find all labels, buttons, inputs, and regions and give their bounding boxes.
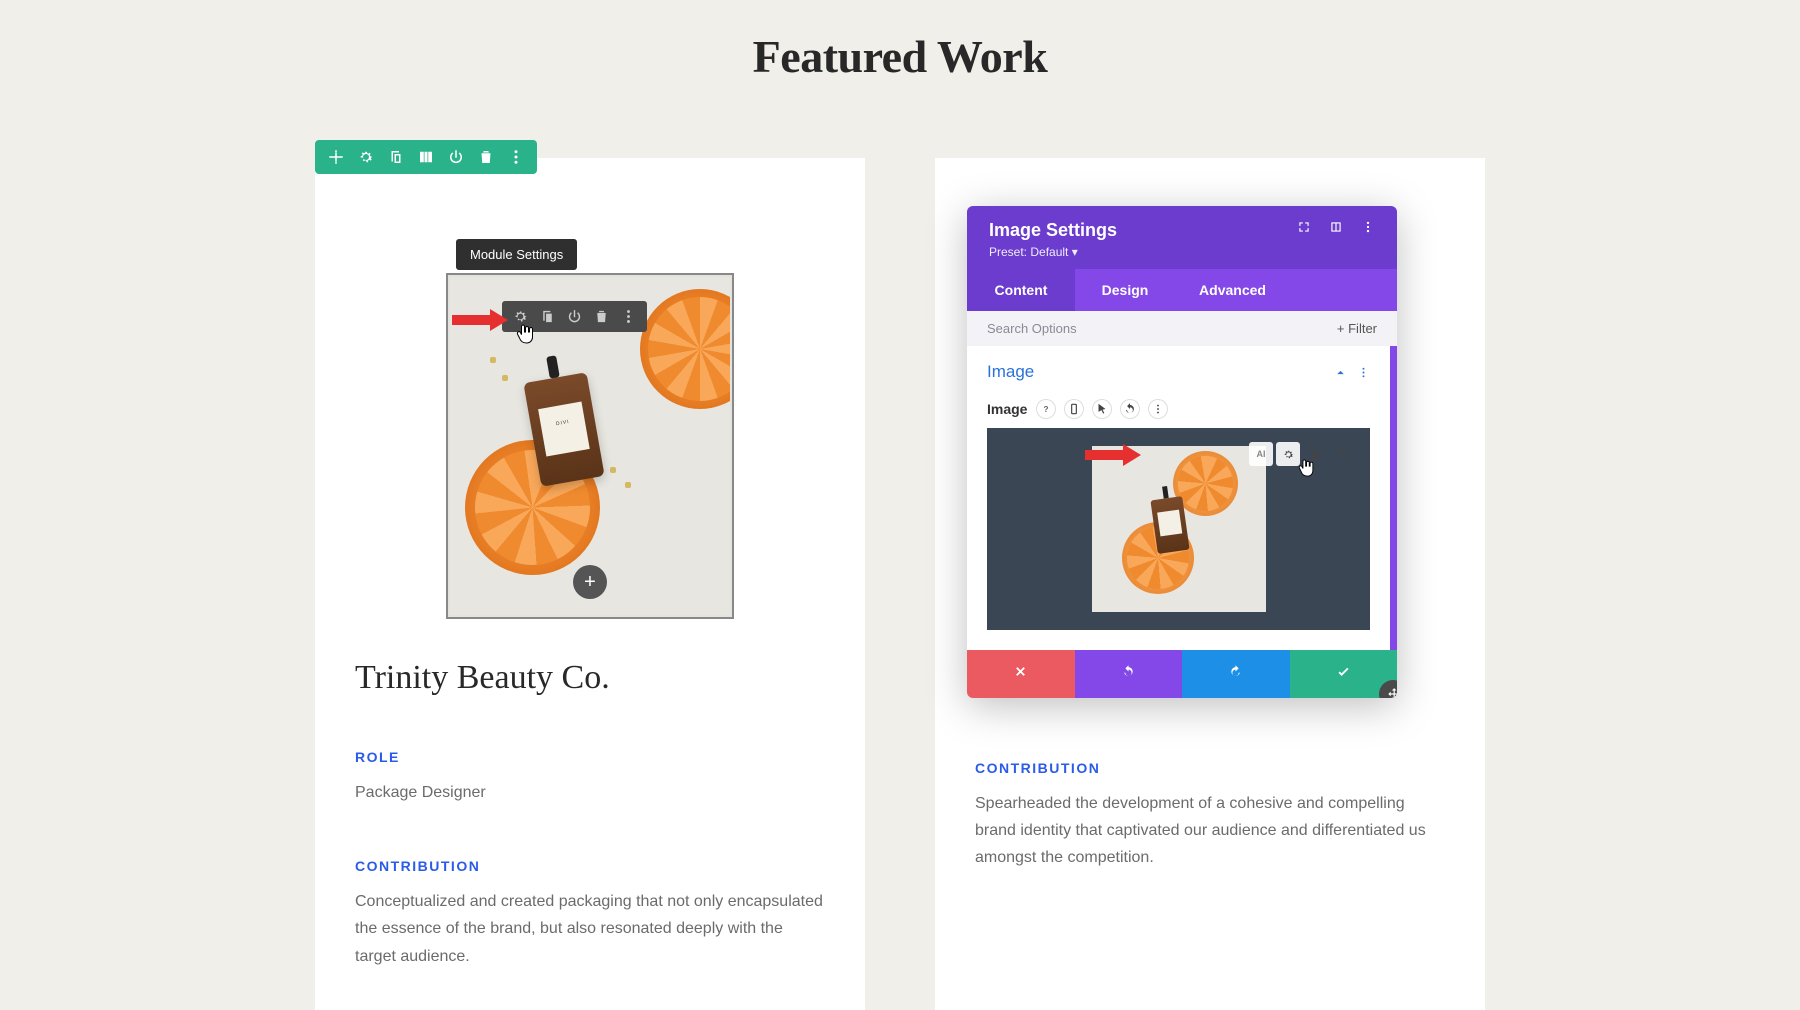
more-icon[interactable] (1149, 400, 1167, 418)
columns-icon[interactable] (417, 148, 435, 166)
search-row: Search Options + Filter (967, 311, 1397, 346)
undo-icon[interactable] (1121, 400, 1139, 418)
section-toolbar (315, 140, 537, 174)
search-input[interactable]: Search Options (987, 321, 1077, 336)
page-heading: Featured Work (0, 30, 1800, 83)
fullscreen-icon[interactable] (1297, 220, 1311, 234)
image-preview[interactable]: AI (987, 428, 1370, 630)
undo-button[interactable] (1075, 650, 1183, 698)
layout-icon[interactable] (1329, 220, 1343, 234)
module-tooltip: Module Settings (456, 239, 577, 270)
preset-indicator[interactable]: Preset: Default ▾ (989, 245, 1117, 259)
panel-title: Image Settings (989, 220, 1117, 241)
image-module[interactable]: DIVI Module Settings + (446, 273, 734, 619)
trash-icon[interactable] (477, 148, 495, 166)
undo-icon[interactable] (1330, 442, 1354, 466)
contribution-value: Spearheaded the development of a cohesiv… (975, 790, 1445, 872)
field-label: Image (987, 401, 1027, 417)
more-icon[interactable] (620, 308, 637, 325)
chevron-up-icon[interactable] (1334, 366, 1347, 379)
annotation-arrow-icon (1085, 444, 1141, 466)
annotation-arrow-icon (452, 309, 508, 331)
redo-button[interactable] (1182, 650, 1290, 698)
role-value: Package Designer (355, 779, 825, 806)
power-icon[interactable] (566, 308, 583, 325)
more-icon[interactable] (507, 148, 525, 166)
cursor-hand-icon (1298, 458, 1316, 478)
help-icon[interactable]: ? (1037, 400, 1055, 418)
contribution-value: Conceptualized and created packaging tha… (355, 888, 825, 970)
tab-design[interactable]: Design (1075, 269, 1175, 311)
more-icon[interactable] (1357, 366, 1370, 379)
card-title: Trinity Beauty Co. (355, 659, 825, 697)
role-label: ROLE (355, 749, 825, 765)
duplicate-icon[interactable] (387, 148, 405, 166)
contribution-label: CONTRIBUTION (975, 760, 1445, 776)
cancel-button[interactable] (967, 650, 1075, 698)
panel-header[interactable]: Image Settings Preset: Default ▾ (967, 206, 1397, 269)
add-module-button[interactable]: + (573, 565, 607, 599)
pointer-icon[interactable] (1093, 400, 1111, 418)
trash-icon[interactable] (593, 308, 610, 325)
duplicate-icon[interactable] (539, 308, 556, 325)
more-icon[interactable] (1361, 220, 1375, 234)
accordion-image[interactable]: Image (987, 362, 1370, 382)
field-image-label-row: Image ? (987, 400, 1370, 418)
gear-icon[interactable] (1276, 442, 1300, 466)
ai-button[interactable]: AI (1249, 442, 1273, 466)
work-card-1: DIVI Module Settings + Tri (315, 158, 865, 1010)
cursor-hand-icon (516, 323, 536, 345)
move-icon[interactable] (327, 148, 345, 166)
panel-footer (967, 650, 1397, 698)
contribution-label: CONTRIBUTION (355, 858, 825, 874)
gear-icon[interactable] (357, 148, 375, 166)
filter-button[interactable]: + Filter (1337, 321, 1377, 336)
settings-panel: Image Settings Preset: Default ▾ Content… (967, 206, 1397, 698)
panel-tabs: Content Design Advanced (967, 269, 1397, 311)
power-icon[interactable] (447, 148, 465, 166)
phone-icon[interactable] (1065, 400, 1083, 418)
tab-content[interactable]: Content (967, 269, 1075, 311)
work-card-2: Image Settings Preset: Default ▾ Content… (935, 158, 1485, 1010)
tab-advanced[interactable]: Advanced (1175, 269, 1290, 311)
svg-text:?: ? (1044, 405, 1049, 414)
